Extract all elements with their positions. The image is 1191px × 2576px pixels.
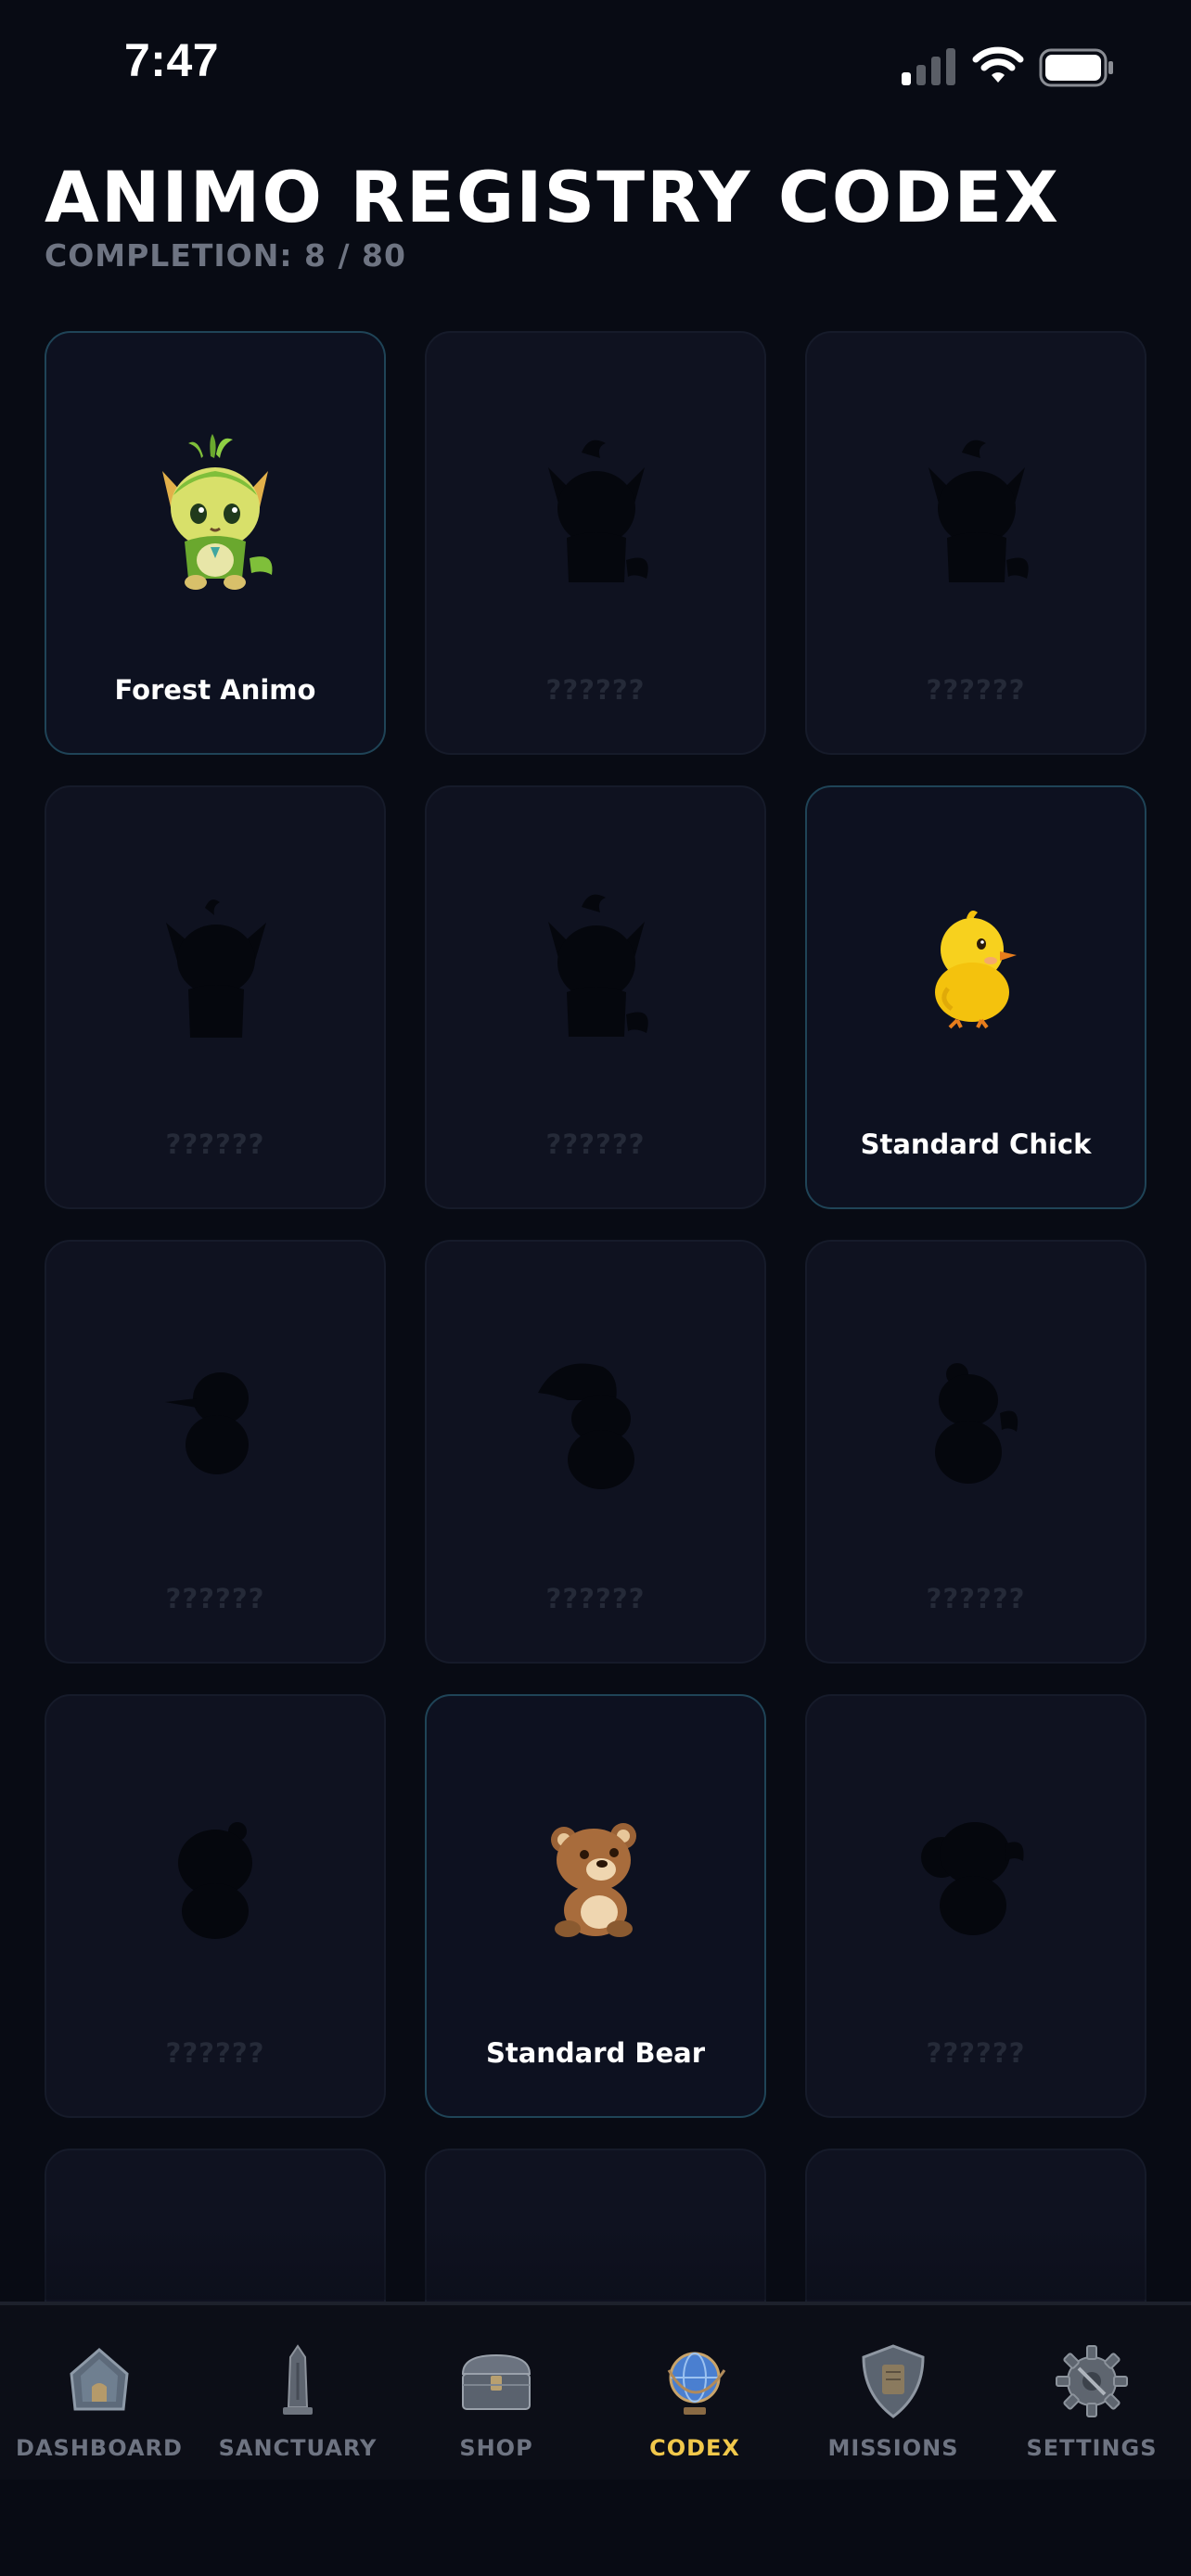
card-art	[427, 880, 764, 1056]
round-silhouette-icon	[178, 1822, 252, 1939]
squirrel-silhouette-icon	[935, 1363, 1018, 1484]
codex-card[interactable]: ??????	[805, 1240, 1146, 1664]
shield-scroll-icon	[862, 2344, 925, 2418]
fox-silhouette-icon	[548, 894, 648, 1037]
codex-card[interactable]: ??????	[45, 785, 386, 1209]
codex-screen: 7:47 ANIMO REGISTRY CODEX COMPLETION: 8 …	[0, 0, 1191, 2576]
signal-icon	[902, 48, 955, 85]
status-time: 7:47	[124, 34, 220, 86]
obelisk-icon	[283, 2344, 313, 2415]
card-art	[46, 1334, 384, 1511]
gnome-silhouette-icon	[538, 1363, 634, 1489]
codex-card[interactable]: Forest Animo	[45, 331, 386, 755]
house-icon	[70, 2348, 129, 2411]
card-art	[427, 426, 764, 602]
codex-card[interactable]: ??????	[425, 1240, 766, 1664]
card-name: Standard Bear	[485, 2037, 706, 2069]
card-name: ??????	[165, 1583, 265, 1614]
card-art	[427, 1789, 764, 1965]
forest-animo-image	[162, 434, 273, 590]
codex-card[interactable]: Standard Bear	[425, 1694, 766, 2118]
card-name: Standard Chick	[860, 1129, 1092, 1160]
card-name: ??????	[545, 674, 646, 706]
standard-chick-image	[935, 911, 1017, 1029]
tab-settings[interactable]: SETTINGS	[992, 2305, 1191, 2480]
tab-missions[interactable]: MISSIONS	[794, 2305, 992, 2480]
gear-icon	[1056, 2345, 1128, 2417]
tab-label: SANCTUARY	[218, 2435, 378, 2461]
card-name: ??????	[165, 1129, 265, 1160]
duck-silhouette-icon	[165, 1372, 249, 1474]
card-name: ??????	[545, 1583, 646, 1614]
card-art	[807, 880, 1145, 1056]
tab-dashboard[interactable]: DASHBOARD	[0, 2305, 198, 2480]
tab-label: DASHBOARD	[16, 2435, 183, 2461]
globe-icon	[667, 2352, 726, 2415]
battery-icon	[1039, 48, 1113, 87]
codex-card[interactable]: ??????	[45, 1240, 386, 1664]
codex-card[interactable]: ??????	[425, 331, 766, 755]
tab-codex[interactable]: CODEX	[596, 2305, 794, 2480]
home-indicator-area	[0, 2480, 1191, 2576]
tab-label: SHOP	[459, 2435, 533, 2461]
card-art	[807, 426, 1145, 602]
fox-silhouette-icon	[548, 440, 648, 582]
page-title: ANIMO REGISTRY CODEX	[45, 156, 1060, 238]
scroll-fade	[0, 2225, 1191, 2300]
card-name: Forest Animo	[114, 674, 316, 706]
card-art	[46, 880, 384, 1056]
completion-counter: COMPLETION: 8 / 80	[45, 237, 406, 274]
codex-card[interactable]: ??????	[805, 1694, 1146, 2118]
tab-label: SETTINGS	[1026, 2435, 1158, 2461]
card-art	[427, 1334, 764, 1511]
card-name: ??????	[165, 2037, 265, 2069]
standard-bear-image	[551, 1823, 636, 1937]
codex-card[interactable]: ??????	[805, 331, 1146, 755]
card-art	[807, 1789, 1145, 1965]
card-name: ??????	[926, 2037, 1026, 2069]
tab-sanctuary[interactable]: SANCTUARY	[198, 2305, 397, 2480]
card-art	[46, 1789, 384, 1965]
codex-card[interactable]: ??????	[45, 1694, 386, 2118]
cat-silhouette-icon	[166, 899, 266, 1038]
codex-card[interactable]: Standard Chick	[805, 785, 1146, 1209]
status-bar: 7:47	[0, 0, 1191, 139]
tab-label: CODEX	[649, 2435, 740, 2461]
codex-card[interactable]: ??????	[425, 785, 766, 1209]
elephant-silhouette-icon	[921, 1822, 1024, 1935]
fox-silhouette-icon	[928, 440, 1029, 582]
card-art	[807, 1334, 1145, 1511]
card-name: ??????	[926, 1583, 1026, 1614]
tab-shop[interactable]: SHOP	[397, 2305, 596, 2480]
wifi-icon	[972, 46, 1024, 83]
card-name: ??????	[926, 674, 1026, 706]
card-art	[46, 426, 384, 602]
tab-label: MISSIONS	[827, 2435, 959, 2461]
card-name: ??????	[545, 1129, 646, 1160]
tab-bar: DASHBOARD SANCTUARY SHOP CODEX MISSIONS …	[0, 2302, 1191, 2480]
treasure-chest-icon	[461, 2353, 531, 2410]
